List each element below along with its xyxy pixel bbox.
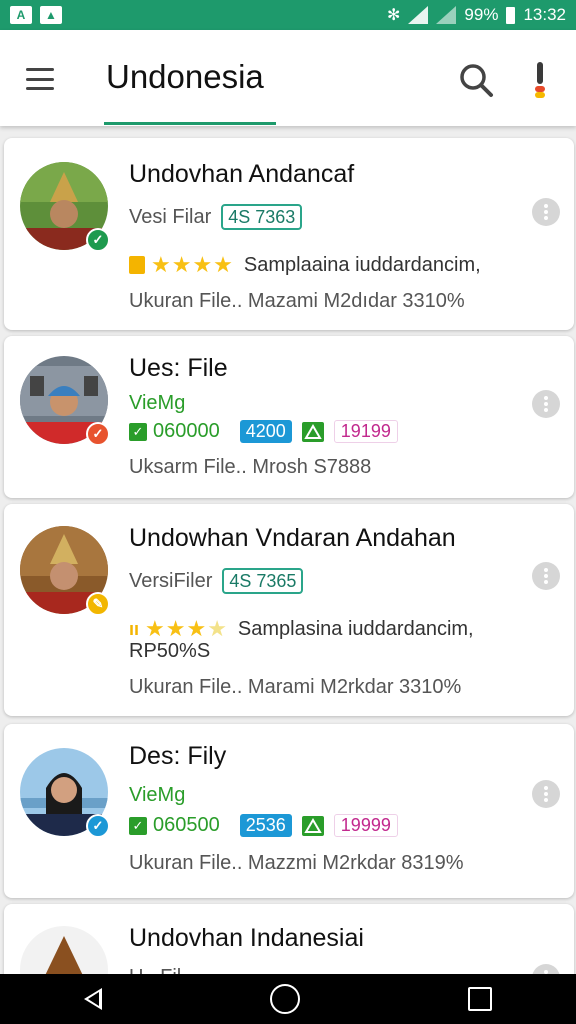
version-label: Vesi Filar (129, 205, 212, 228)
rating-stars: ★★★★ (151, 252, 234, 277)
battery-percent: 99% (464, 5, 499, 24)
back-icon[interactable] (84, 988, 102, 1010)
more-options-button[interactable] (532, 390, 560, 418)
menu-icon[interactable] (26, 68, 54, 90)
file-list: ✓ Undovhan Andancaf Vesi Filar 4S 7363 ★… (0, 126, 576, 974)
triangle-icon (301, 815, 324, 836)
more-options-button[interactable] (532, 964, 560, 974)
avatar: ✓ (20, 748, 110, 838)
version-tag: 4S 7365 (222, 568, 304, 594)
status-badge: ✎ (86, 592, 110, 616)
stat-blue-tag: 2536 (239, 814, 292, 837)
category-icon (129, 256, 145, 274)
system-nav-bar (0, 974, 576, 1024)
description: Samplaaina iuddardancim, (243, 253, 481, 276)
stat-green: 060000 (153, 420, 220, 442)
search-icon[interactable] (458, 62, 494, 98)
battery-icon (506, 6, 516, 24)
file-info: Ukuran File.. Mazami M2dıdar 3310% (129, 290, 465, 312)
stat-pink-tag: 19199 (333, 420, 398, 443)
triangle-icon (301, 421, 324, 442)
status-badge: ✓ (86, 228, 110, 252)
notification-b-icon: ▲ (40, 6, 62, 24)
avatar (20, 926, 108, 974)
file-info: Uksarm File.. Mrosh S7888 (129, 456, 372, 478)
more-options-button[interactable] (532, 198, 560, 226)
clock: 13:32 (523, 5, 566, 24)
stat-pink-tag: 19999 (333, 814, 398, 837)
tab-indicator (104, 122, 276, 125)
avatar: ✓ (20, 162, 110, 252)
list-item[interactable]: ✓ Undovhan Andancaf Vesi Filar 4S 7363 ★… (4, 138, 574, 330)
signal-icon (436, 6, 457, 24)
description-secondary: RP50%S (129, 640, 211, 662)
card-title: Des: Fily (129, 742, 227, 770)
list-item[interactable]: ✎ Undowhan Vndaran Andahan VersiFiler 4S… (4, 504, 574, 716)
avatar: ✎ (20, 526, 110, 616)
stat-blue-tag: 4200 (239, 420, 292, 443)
page-title: Undonesia (106, 58, 264, 95)
stat-green: 060500 (153, 814, 220, 836)
category-icon: ıı (129, 618, 140, 639)
alert-icon[interactable] (532, 60, 548, 100)
recents-icon[interactable] (468, 987, 492, 1011)
app-bar: Undonesia (0, 30, 576, 126)
list-item[interactable]: Undovhan Indanesiai U...Fil... (4, 904, 574, 974)
list-item[interactable]: ✓ Des: Fily VieMg ✓ 060500 2536 19999 Uk… (4, 724, 574, 898)
subtitle: VieMg (129, 784, 186, 806)
home-icon[interactable] (270, 984, 300, 1014)
file-info: Ukuran File.. Mazzmi M2rkdar 8319% (129, 852, 464, 874)
description: Samplasina iuddardancim, (237, 617, 474, 640)
avatar: ✓ (20, 356, 110, 446)
subtitle: VieMg (129, 392, 186, 414)
sync-icon: ✻ (387, 7, 401, 24)
card-title: Ues: File (129, 354, 228, 382)
wifi-icon (408, 6, 429, 24)
card-title: Undovhan Andancaf (129, 160, 355, 188)
notification-a-icon: A (10, 6, 32, 24)
status-badge: ✓ (86, 422, 110, 446)
status-badge: ✓ (86, 814, 110, 838)
more-options-button[interactable] (532, 780, 560, 808)
version-label: VersiFiler (129, 569, 213, 592)
check-icon: ✓ (129, 816, 147, 835)
check-icon: ✓ (129, 422, 147, 441)
card-title: Undowhan Vndaran Andahan (129, 524, 456, 552)
file-info: Ukuran File.. Marami M2rkdar 3310% (129, 676, 462, 698)
status-bar: A ▲ ✻ 99% 13:32 (0, 0, 576, 30)
version-label: U...Fil... (129, 966, 198, 974)
rating-stars: ★★★★ (145, 616, 228, 641)
more-options-button[interactable] (532, 562, 560, 590)
list-item[interactable]: ✓ Ues: File VieMg ✓ 060000 4200 19199 Uk… (4, 336, 574, 498)
version-tag: 4S 7363 (221, 204, 303, 230)
card-title: Undovhan Indanesiai (129, 924, 364, 952)
